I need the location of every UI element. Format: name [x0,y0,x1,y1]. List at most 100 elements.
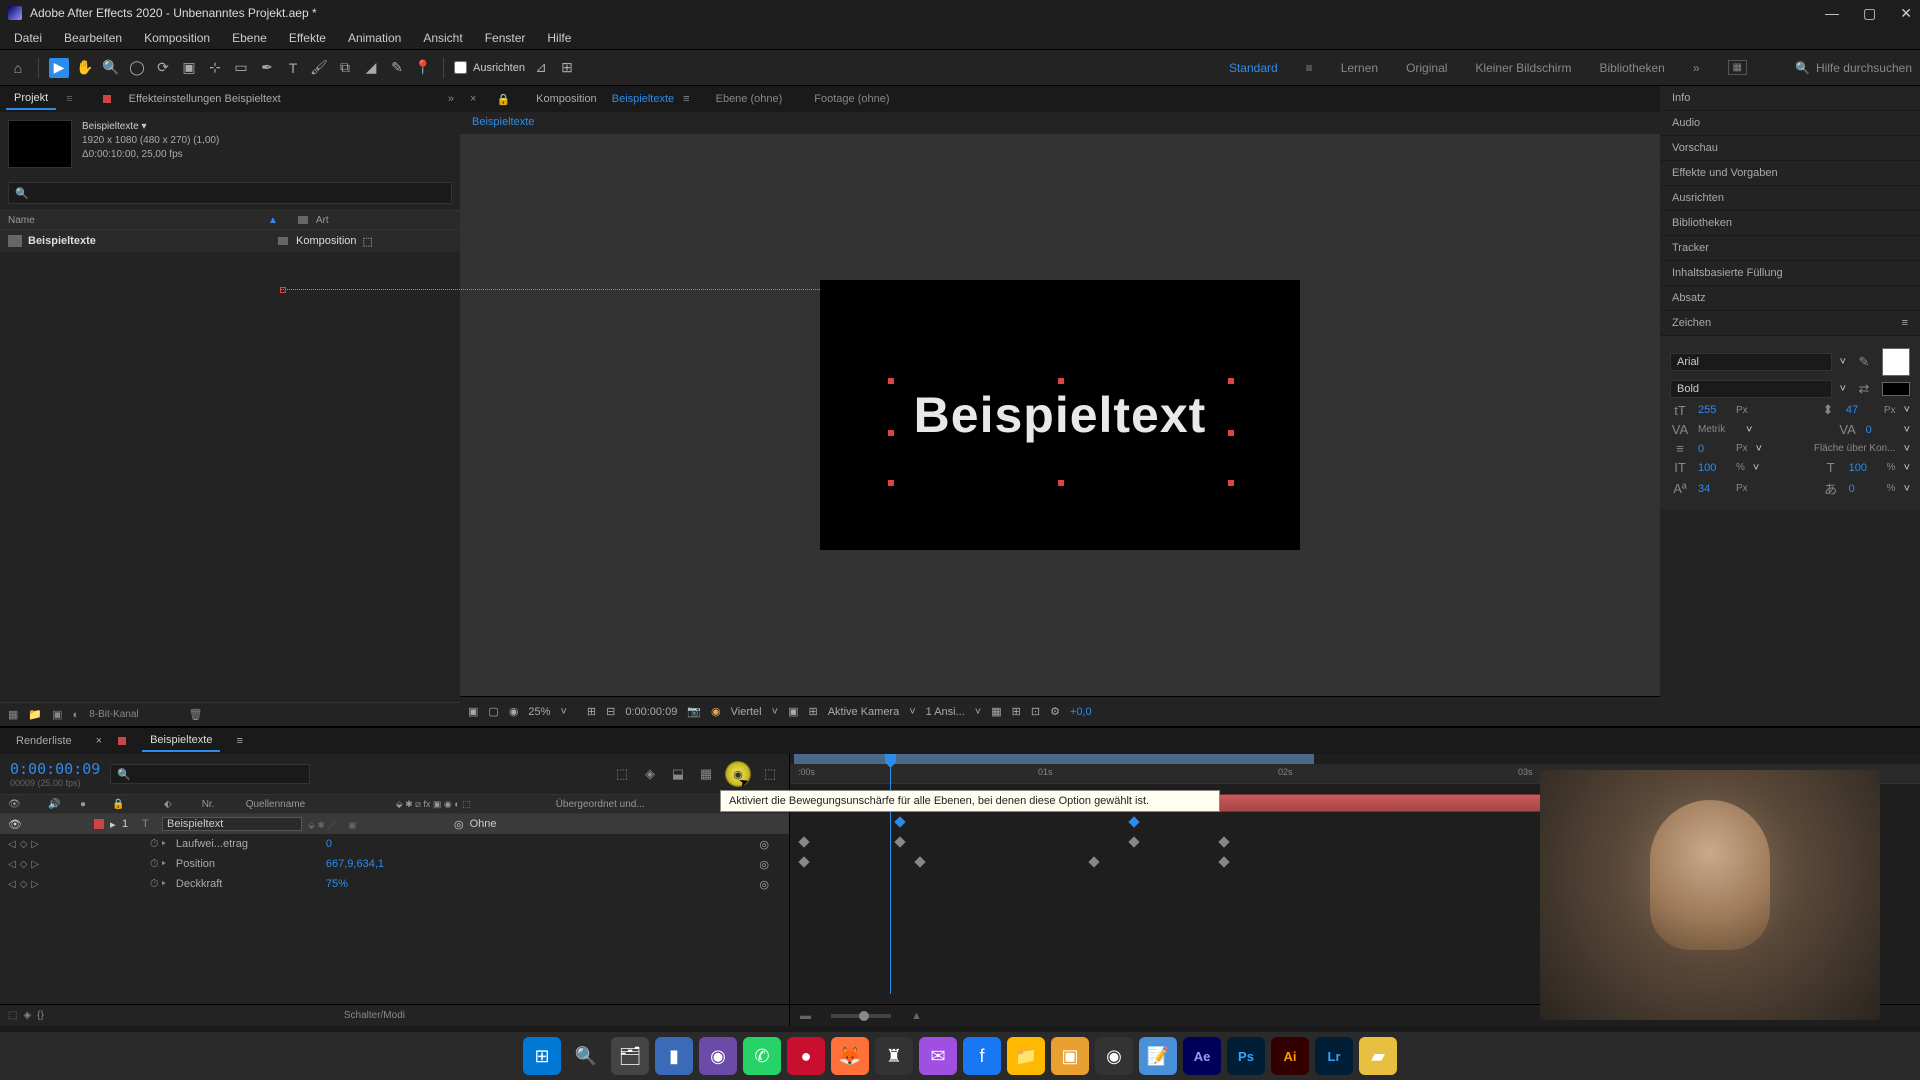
pickwhip-icon[interactable]: ◎ [454,818,464,831]
task-facebook[interactable]: f [963,1037,1001,1075]
weight-select[interactable]: Bold [1670,380,1832,398]
v4-icon[interactable]: ⚙ [1050,705,1060,718]
project-tab[interactable]: Projekt [6,88,56,110]
layer-row[interactable]: 👁 ▸ 1 T Beispieltext ⬙ ✱ ／ ▣ ◎ Ohne [0,814,789,834]
tl-b3[interactable]: {} [37,1010,44,1021]
tl-icon-2[interactable]: ◈ [641,765,659,783]
panel-absatz[interactable]: Absatz [1660,286,1920,311]
zoom-dropdown-icon[interactable]: ˅ [560,706,566,718]
tsume[interactable]: 0 [1849,483,1879,495]
panel-zeichen[interactable]: Zeichen [1672,317,1711,329]
tl-icon-6[interactable]: ⬚ [761,765,779,783]
tab-render[interactable]: Renderliste [8,731,80,751]
col-name[interactable]: Name [8,215,268,226]
effects-tab[interactable]: Effekteinstellungen Beispieltext [121,89,289,109]
panel-fill[interactable]: Inhaltsbasierte Füllung [1660,261,1920,286]
eraser-tool[interactable]: ◢ [361,58,381,78]
stroke-option[interactable]: Fläche über Kon... [1814,443,1896,454]
switch-mode[interactable]: Schalter/Modi [344,1010,405,1021]
project-search[interactable]: 🔍 [8,182,452,204]
views-select[interactable]: 1 Ansi... [926,706,965,718]
task-app6[interactable]: ▰ [1359,1037,1397,1075]
timeline-search[interactable]: 🔍 [110,764,310,784]
camera-select[interactable]: Aktive Kamera [828,706,900,718]
zoom-in-icon[interactable]: ▲ [911,1010,922,1022]
comp-thumbnail[interactable] [8,120,72,168]
project-item[interactable]: Beispieltexte Komposition ⬚ [0,230,460,252]
maximize-button[interactable]: ▢ [1863,5,1876,22]
preview-text[interactable]: Beispieltext [914,386,1207,444]
rotate-tool[interactable]: ⟳ [153,58,173,78]
folder-icon[interactable]: 📁 [28,708,42,721]
puppet-tool[interactable]: 📍 [413,58,433,78]
comp-tab[interactable]: Beispieltexte [606,89,680,109]
prop-tracking-val[interactable]: 0 [326,838,332,850]
text-tool[interactable]: T [283,58,303,78]
prop-position-val[interactable]: 667,9,634,1 [326,858,384,870]
exposure[interactable]: +0,0 [1070,706,1092,718]
start-button[interactable]: ⊞ [523,1037,561,1075]
workspace-lernen[interactable]: Lernen [1341,61,1378,75]
snapshot-icon[interactable]: 📷 [687,705,701,718]
kf-next[interactable]: ▷ [31,839,39,850]
minimize-button[interactable]: — [1825,5,1839,22]
orbit-tool[interactable]: ◯ [127,58,147,78]
home-icon[interactable]: ⌂ [8,58,28,78]
task-search[interactable]: 🔍 [567,1037,605,1075]
task-app4[interactable]: ♜ [875,1037,913,1075]
new-comp-icon[interactable]: ▣ [52,708,62,721]
task-app1[interactable]: ▮ [655,1037,693,1075]
menu-hilfe[interactable]: Hilfe [537,28,581,48]
tab-close-icon[interactable]: × [96,735,102,747]
panel-info[interactable]: Info [1660,86,1920,111]
comp-breadcrumb[interactable]: Beispieltexte [460,112,1660,134]
tl-icon-1[interactable]: ⬚ [613,765,631,783]
menu-ansicht[interactable]: Ansicht [413,28,472,48]
search-help-input[interactable]: Hilfe durchsuchen [1816,61,1912,75]
task-ai[interactable]: Ai [1271,1037,1309,1075]
workspace-bibliotheken[interactable]: Bibliotheken [1599,61,1664,75]
workspace-original[interactable]: Original [1406,61,1447,75]
task-notes[interactable]: 📝 [1139,1037,1177,1075]
workspace-grid-icon[interactable]: ▦ [1728,60,1747,75]
col-type[interactable]: Art [316,215,329,226]
task-firefox[interactable]: 🦊 [831,1037,869,1075]
roto-tool[interactable]: ✎ [387,58,407,78]
grid-icon[interactable]: ⊞ [808,705,817,718]
task-messenger[interactable]: ✉ [919,1037,957,1075]
prop-position[interactable]: Position [176,858,316,870]
stroke-swatch[interactable] [1882,382,1910,396]
panel-audio[interactable]: Audio [1660,111,1920,136]
layer-tab[interactable]: Ebene (ohne) [710,89,789,109]
trash-icon[interactable]: 🗑 [189,708,203,721]
task-app5[interactable]: ▣ [1051,1037,1089,1075]
timeline-timecode[interactable]: 0:00:00:09 [10,760,100,778]
baseline[interactable]: 34 [1698,483,1728,495]
menu-animation[interactable]: Animation [338,28,411,48]
interpret-icon[interactable]: ▦ [8,708,18,721]
alpha-icon[interactable]: ▢ [488,705,498,718]
panel-tracker[interactable]: Tracker [1660,236,1920,261]
mask-icon[interactable]: ◉ [509,705,519,718]
snap2-icon[interactable]: ⊞ [557,58,577,78]
zoom-tool[interactable]: 🔍 [101,58,121,78]
panel-menu-icon[interactable]: ≡ [1902,317,1908,329]
adjust-icon[interactable]: ◐ [73,709,80,721]
vscale[interactable]: 100 [1698,462,1728,474]
workspace-more-icon[interactable]: » [1693,61,1700,75]
task-whatsapp[interactable]: ✆ [743,1037,781,1075]
menu-ebene[interactable]: Ebene [222,28,277,48]
comp-canvas[interactable]: Beispieltext [820,280,1300,550]
tab-comp[interactable]: Beispieltexte [142,730,220,752]
hscale[interactable]: 100 [1849,462,1879,474]
prop-tracking[interactable]: Laufwei...etrag [176,838,316,850]
leading[interactable]: 47 [1846,404,1876,416]
task-lr[interactable]: Lr [1315,1037,1353,1075]
viewer-timecode[interactable]: 0:00:00:09 [625,706,677,718]
task-ps[interactable]: Ps [1227,1037,1265,1075]
anchor-tool[interactable]: ⊹ [205,58,225,78]
task-explorer[interactable]: 🗂 [611,1037,649,1075]
task-app3[interactable]: ● [787,1037,825,1075]
task-ae[interactable]: Ae [1183,1037,1221,1075]
parent-value[interactable]: Ohne [470,818,497,830]
